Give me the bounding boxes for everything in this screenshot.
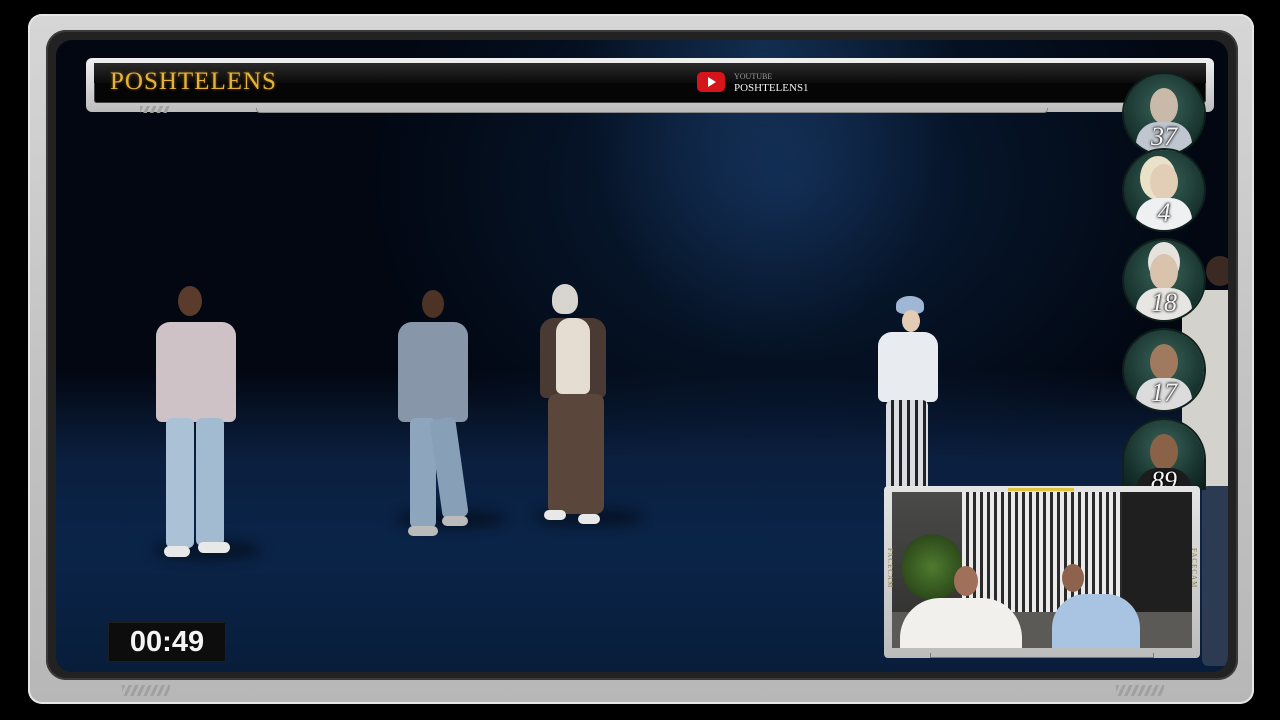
contestant-number: 4 [1157, 198, 1171, 227]
person-left [152, 286, 242, 566]
facecam-accent [1008, 488, 1074, 491]
platform-label: YOUTUBE [734, 72, 773, 81]
youtube-icon[interactable] [697, 72, 725, 92]
contestant-number: 37 [1151, 122, 1177, 151]
contestant-avatar[interactable]: 18 [1124, 240, 1204, 320]
person-center [536, 284, 620, 534]
host-right-head [1062, 564, 1084, 592]
countdown-timer: 00:49 [108, 622, 226, 662]
facecam-label-left: FACECAM [886, 548, 894, 589]
brand-title: POSHTELENS [110, 68, 277, 95]
channel-handle[interactable]: POSHTELENS1 [734, 82, 809, 94]
decor-hatch [140, 106, 170, 113]
host-right-body [1052, 594, 1140, 648]
host-left-head [954, 566, 978, 596]
facecam-rail [930, 653, 1154, 658]
decor-hatch [122, 685, 170, 696]
contestant-avatar[interactable]: 17 [1124, 330, 1204, 410]
contestant-number: 17 [1151, 378, 1177, 407]
person-center-left [394, 290, 478, 540]
timer-value: 00:49 [129, 626, 205, 658]
header-rail [256, 108, 1048, 113]
plant [902, 532, 962, 602]
facecam-video[interactable] [892, 492, 1192, 648]
decor-hatch [1116, 685, 1164, 696]
contestant-number: 18 [1151, 288, 1177, 317]
facecam-label-right: FACECAM [1190, 548, 1198, 589]
contestant-avatar[interactable]: 4 [1124, 150, 1204, 230]
host-left-body [900, 598, 1022, 648]
contestant-avatar[interactable]: 37 [1124, 74, 1204, 154]
contestant-number: 89 [1151, 466, 1177, 488]
